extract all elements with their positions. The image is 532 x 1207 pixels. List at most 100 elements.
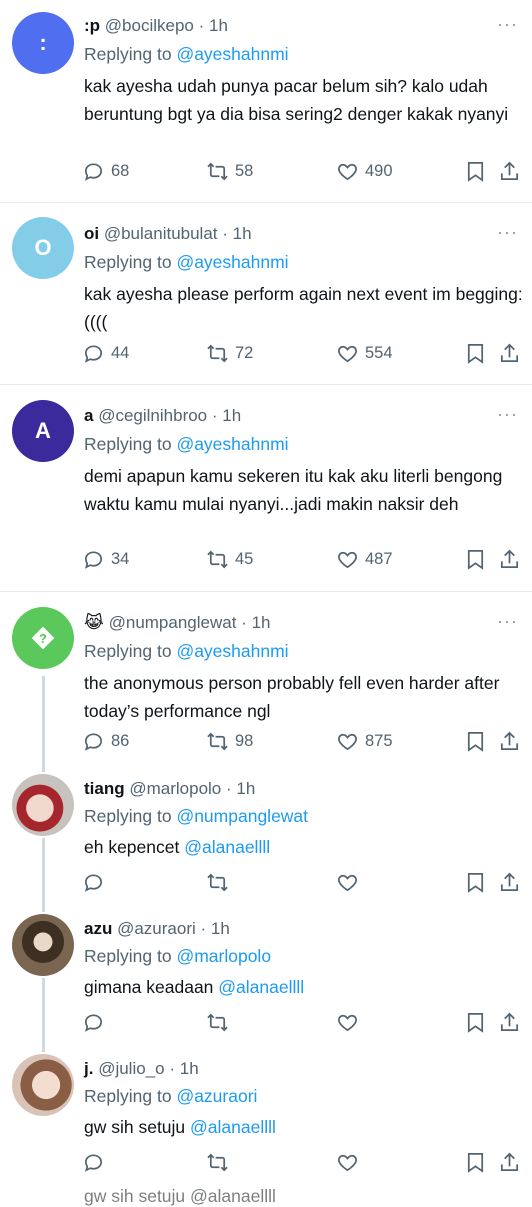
share-button[interactable] xyxy=(498,1151,521,1174)
retweet-button[interactable]: 58 xyxy=(206,160,253,183)
avatar[interactable] xyxy=(12,914,74,976)
user-handle[interactable]: @julio_o xyxy=(98,1059,164,1078)
timestamp[interactable]: 1h xyxy=(252,613,271,632)
share-button[interactable] xyxy=(498,160,521,183)
share-button[interactable] xyxy=(498,548,521,571)
bookmark-button[interactable] xyxy=(464,1151,487,1174)
retweet-button[interactable]: 72 xyxy=(206,342,253,365)
tweet[interactable]: O oi @bulanitubulat · 1h ··· Replying to… xyxy=(0,203,532,384)
mention-link[interactable]: @alanaellll xyxy=(218,977,304,997)
timestamp[interactable]: 1h xyxy=(211,919,230,938)
mention-link[interactable]: @alanaellll xyxy=(190,1117,276,1137)
display-name[interactable]: tiang xyxy=(84,779,125,798)
bookmark-icon xyxy=(467,344,484,364)
display-name[interactable]: j. xyxy=(84,1059,93,1078)
bookmark-button[interactable] xyxy=(464,160,487,183)
retweet-button[interactable]: 98 xyxy=(206,730,253,753)
user-handle[interactable]: @numpanglewat xyxy=(109,613,237,632)
replying-to-link[interactable]: @ayeshahnmi xyxy=(176,434,288,454)
bookmark-button[interactable] xyxy=(464,342,487,365)
timestamp[interactable]: 1h xyxy=(180,1059,199,1078)
cut-off-tweet-text: gw sih setuju @alanaellll xyxy=(84,1186,276,1206)
retweet-button[interactable] xyxy=(206,871,229,894)
display-name[interactable]: azu xyxy=(84,919,112,938)
more-options-icon[interactable]: ··· xyxy=(497,611,518,632)
user-handle[interactable]: @bulanitubulat xyxy=(104,224,218,243)
separator-dot: · xyxy=(200,919,207,938)
tweet-text-content: eh kepencet xyxy=(84,837,180,857)
like-button[interactable]: 487 xyxy=(336,548,393,571)
reply-icon xyxy=(84,733,103,751)
timestamp[interactable]: 1h xyxy=(209,16,228,35)
share-button[interactable] xyxy=(498,342,521,365)
tweet[interactable]: tiang @marlopolo · 1h Replying to @numpa… xyxy=(0,772,532,912)
bookmark-icon xyxy=(467,1013,484,1033)
replying-to-link[interactable]: @ayeshahnmi xyxy=(176,252,288,272)
timestamp[interactable]: 1h xyxy=(236,779,255,798)
replying-to-link[interactable]: @numpanglewat xyxy=(176,806,308,826)
like-button[interactable] xyxy=(336,1011,359,1034)
user-handle[interactable]: @bocilkepo xyxy=(105,16,194,35)
reply-button[interactable]: 86 xyxy=(82,730,129,753)
like-button[interactable]: 875 xyxy=(336,730,393,753)
user-handle[interactable]: @cegilnihbroo xyxy=(98,406,207,425)
timestamp[interactable]: 1h xyxy=(222,406,241,425)
reply-button[interactable]: 44 xyxy=(82,342,129,365)
like-button[interactable] xyxy=(336,1151,359,1174)
reply-button[interactable]: 34 xyxy=(82,548,129,571)
like-button[interactable]: 490 xyxy=(336,160,393,183)
avatar[interactable]: O xyxy=(12,217,74,279)
retweet-button[interactable] xyxy=(206,1011,229,1034)
retweet-count: 58 xyxy=(235,162,254,180)
replying-to-label: Replying to xyxy=(84,434,172,454)
avatar[interactable] xyxy=(12,774,74,836)
user-handle[interactable]: @azuraori xyxy=(117,919,196,938)
share-button[interactable] xyxy=(498,871,521,894)
bookmark-button[interactable] xyxy=(464,548,487,571)
replying-to-label: Replying to xyxy=(84,946,172,966)
reply-button[interactable] xyxy=(82,871,105,894)
bookmark-button[interactable] xyxy=(464,871,487,894)
reply-button[interactable]: 68 xyxy=(82,160,129,183)
retweet-button[interactable] xyxy=(206,1151,229,1174)
tweet-text-content: gw sih setuju xyxy=(84,1117,186,1137)
reply-button[interactable] xyxy=(82,1011,105,1034)
tweet[interactable]: A a @cegilnihbroo · 1h ··· Replying to @… xyxy=(0,385,532,591)
bookmark-button[interactable] xyxy=(464,1011,487,1034)
replying-to-link[interactable]: @ayeshahnmi xyxy=(176,641,288,661)
display-name[interactable]: oi xyxy=(84,224,99,243)
bookmark-button[interactable] xyxy=(464,730,487,753)
user-handle[interactable]: @marlopolo xyxy=(129,779,221,798)
avatar[interactable]: : xyxy=(12,12,74,74)
replying-to-link[interactable]: @azuraori xyxy=(176,1086,257,1106)
reply-button[interactable] xyxy=(82,1151,105,1174)
avatar[interactable] xyxy=(12,1054,74,1116)
display-name[interactable]: a xyxy=(84,406,93,425)
mention-link[interactable]: @alanaellll xyxy=(184,837,270,857)
tweet-text: kak ayesha udah punya pacar belum sih? k… xyxy=(84,76,509,124)
timestamp[interactable]: 1h xyxy=(233,224,252,243)
tweet[interactable]: : :p @bocilkepo · 1h ··· Replying to @ay… xyxy=(0,0,532,202)
retweet-button[interactable]: 45 xyxy=(206,548,253,571)
replying-to-label: Replying to xyxy=(84,44,172,64)
more-options-icon[interactable]: ··· xyxy=(497,404,518,425)
tweet[interactable]: j. @julio_o · 1h Replying to @azuraori g… xyxy=(0,1052,532,1186)
share-button[interactable] xyxy=(498,730,521,753)
retweet-icon xyxy=(207,550,228,569)
more-options-icon[interactable]: ··· xyxy=(497,222,518,243)
avatar[interactable]: A xyxy=(12,400,74,462)
separator-dot: · xyxy=(241,613,247,632)
heart-icon xyxy=(338,163,357,181)
like-button[interactable] xyxy=(336,871,359,894)
tweet[interactable]: azu @azuraori · 1h Replying to @marlopol… xyxy=(0,912,532,1052)
replying-to-link[interactable]: @ayeshahnmi xyxy=(176,44,288,64)
more-options-icon[interactable]: ··· xyxy=(497,14,518,35)
avatar[interactable]: ? xyxy=(12,607,74,669)
display-name[interactable]: :p xyxy=(84,16,100,35)
like-button[interactable]: 554 xyxy=(336,342,393,365)
tweet[interactable]: ? 😹 @numpanglewat · 1h ··· Replying to @… xyxy=(0,592,532,772)
share-button[interactable] xyxy=(498,1011,521,1034)
replying-to-link[interactable]: @marlopolo xyxy=(176,946,271,966)
bookmark-icon xyxy=(467,1153,484,1173)
display-name[interactable]: 😹 xyxy=(84,613,104,632)
